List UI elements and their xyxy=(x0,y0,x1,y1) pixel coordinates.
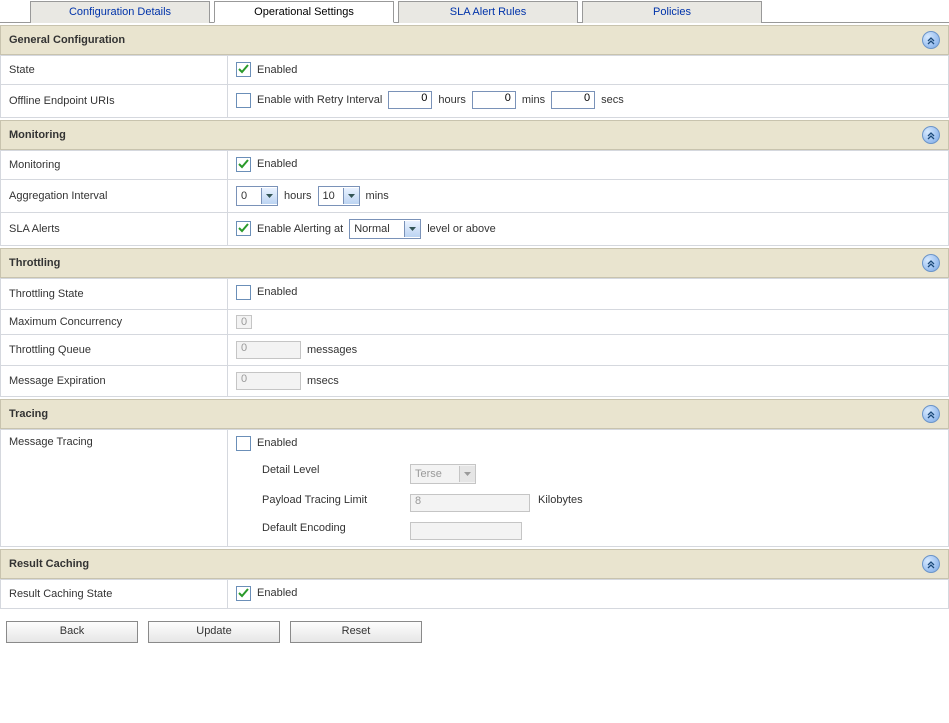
unit-secs: secs xyxy=(601,94,624,106)
label-max-concurrency: Maximum Concurrency xyxy=(1,309,228,334)
input-retry-secs[interactable]: 0 xyxy=(551,91,595,109)
label-monitoring: Monitoring xyxy=(1,150,228,179)
text-enabled: Enabled xyxy=(257,64,297,76)
reset-button[interactable]: Reset xyxy=(290,621,422,643)
unit-messages: messages xyxy=(307,344,357,356)
section-tracing: Tracing Message Tracing Enabled Detail L… xyxy=(0,399,949,547)
section-title: General Configuration xyxy=(9,34,125,46)
unit-hours: hours xyxy=(284,190,312,202)
checkbox-offline-enable[interactable] xyxy=(236,93,251,108)
input-retry-hours[interactable]: 0 xyxy=(388,91,432,109)
section-result-caching: Result Caching Result Caching State Enab… xyxy=(0,549,949,609)
select-agg-mins[interactable]: 10 xyxy=(318,186,360,206)
section-header-tracing: Tracing xyxy=(0,399,949,429)
tab-policies[interactable]: Policies xyxy=(582,1,762,23)
chevron-down-icon xyxy=(404,221,420,237)
input-throttling-queue[interactable]: 0 xyxy=(236,341,301,359)
section-monitoring: Monitoring Monitoring Enabled Aggregatio… xyxy=(0,120,949,246)
text-enabled: Enabled xyxy=(257,587,297,599)
text-enabled: Enabled xyxy=(257,286,297,298)
section-title: Monitoring xyxy=(9,129,66,141)
text-sla-post: level or above xyxy=(427,223,496,235)
collapse-icon[interactable] xyxy=(922,254,940,272)
checkbox-sla-enable[interactable] xyxy=(236,221,251,236)
select-sla-level[interactable]: Normal xyxy=(349,219,421,239)
tab-bar: Configuration Details Operational Settin… xyxy=(0,0,949,23)
section-header-result-caching: Result Caching xyxy=(0,549,949,579)
label-state: State xyxy=(1,56,228,85)
tab-sla-alert-rules[interactable]: SLA Alert Rules xyxy=(398,1,578,23)
label-sla-alerts: SLA Alerts xyxy=(1,212,228,245)
text-enabled: Enabled xyxy=(257,158,297,170)
chevron-down-icon xyxy=(261,188,277,204)
button-bar: Back Update Reset xyxy=(0,609,949,655)
input-retry-mins[interactable]: 0 xyxy=(472,91,516,109)
section-title: Throttling xyxy=(9,257,60,269)
update-button[interactable]: Update xyxy=(148,621,280,643)
label-default-encoding: Default Encoding xyxy=(262,522,402,540)
tab-config-details[interactable]: Configuration Details xyxy=(30,1,210,23)
collapse-icon[interactable] xyxy=(922,405,940,423)
section-title: Result Caching xyxy=(9,558,89,570)
tab-operational-settings[interactable]: Operational Settings xyxy=(214,1,394,23)
input-message-expiration[interactable]: 0 xyxy=(236,372,301,390)
unit-kilobytes: Kilobytes xyxy=(538,494,583,512)
checkbox-state-enabled[interactable] xyxy=(236,62,251,77)
back-button[interactable]: Back xyxy=(6,621,138,643)
section-header-general: General Configuration xyxy=(0,25,949,55)
unit-hours: hours xyxy=(438,94,466,106)
label-message-expiration: Message Expiration xyxy=(1,365,228,396)
label-payload-limit: Payload Tracing Limit xyxy=(262,494,402,512)
section-header-monitoring: Monitoring xyxy=(0,120,949,150)
label-detail-level: Detail Level xyxy=(262,464,402,484)
label-offline-endpoint: Offline Endpoint URIs xyxy=(1,85,228,118)
checkbox-monitoring-enabled[interactable] xyxy=(236,157,251,172)
label-throttling-queue: Throttling Queue xyxy=(1,334,228,365)
input-default-encoding[interactable] xyxy=(410,522,522,540)
section-header-throttling: Throttling xyxy=(0,248,949,278)
label-aggregation-interval: Aggregation Interval xyxy=(1,179,228,212)
select-agg-hours[interactable]: 0 xyxy=(236,186,278,206)
collapse-icon[interactable] xyxy=(922,126,940,144)
text-offline: Enable with Retry Interval xyxy=(257,94,382,106)
label-throttling-state: Throttling State xyxy=(1,278,228,309)
label-message-tracing: Message Tracing xyxy=(1,429,228,546)
chevron-down-icon xyxy=(343,188,359,204)
collapse-icon[interactable] xyxy=(922,555,940,573)
unit-mins: mins xyxy=(522,94,545,106)
collapse-icon[interactable] xyxy=(922,31,940,49)
input-max-concurrency[interactable]: 0 xyxy=(236,315,252,329)
checkbox-throttling-enabled[interactable] xyxy=(236,285,251,300)
section-throttling: Throttling Throttling State Enabled Maxi… xyxy=(0,248,949,397)
checkbox-result-caching-enabled[interactable] xyxy=(236,586,251,601)
text-sla-pre: Enable Alerting at xyxy=(257,223,343,235)
input-payload-limit[interactable]: 8 xyxy=(410,494,530,512)
section-general: General Configuration State Enabled Offl… xyxy=(0,25,949,118)
label-result-caching-state: Result Caching State xyxy=(1,579,228,608)
checkbox-tracing-enabled[interactable] xyxy=(236,436,251,451)
chevron-down-icon xyxy=(459,466,475,482)
select-detail-level[interactable]: Terse xyxy=(410,464,476,484)
unit-mins: mins xyxy=(366,190,389,202)
unit-msecs: msecs xyxy=(307,375,339,387)
text-enabled: Enabled xyxy=(257,437,297,449)
section-title: Tracing xyxy=(9,408,48,420)
